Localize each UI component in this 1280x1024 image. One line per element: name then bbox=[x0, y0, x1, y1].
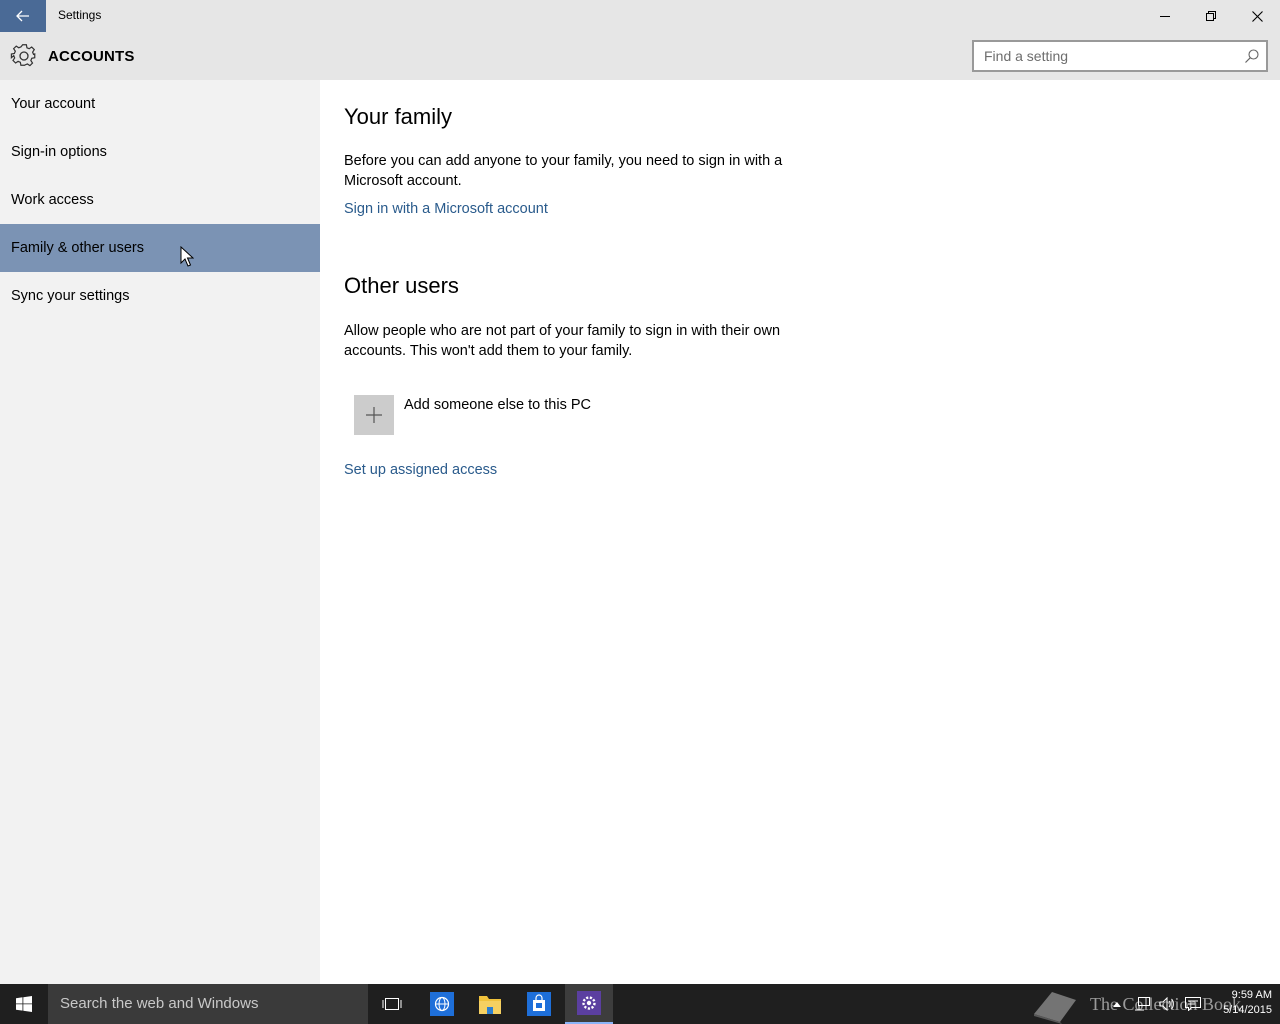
close-icon bbox=[1251, 10, 1263, 22]
back-button[interactable] bbox=[0, 0, 46, 32]
gear-icon bbox=[577, 991, 601, 1015]
sidebar-item-your-account[interactable]: Your account bbox=[0, 80, 320, 128]
clock-time: 9:59 AM bbox=[1231, 989, 1272, 1001]
volume-icon bbox=[1159, 997, 1174, 1011]
sidebar-item-label: Work access bbox=[11, 192, 94, 208]
book-icon bbox=[1034, 992, 1076, 1024]
sidebar: Your account Sign-in options Work access… bbox=[0, 80, 320, 984]
add-user-label[interactable]: Add someone else to this PC bbox=[404, 397, 591, 413]
window-title: Settings bbox=[58, 8, 102, 22]
taskbar-browser[interactable] bbox=[418, 984, 466, 1024]
minimize-icon bbox=[1160, 16, 1170, 17]
taskbar: Search the web and Windows The Collectio… bbox=[0, 984, 1280, 1024]
chevron-up-icon bbox=[1113, 1002, 1121, 1007]
search-box[interactable] bbox=[972, 40, 1268, 72]
store-bag-icon bbox=[527, 992, 551, 1016]
taskbar-settings[interactable] bbox=[565, 984, 613, 1024]
taskbar-search[interactable]: Search the web and Windows bbox=[48, 984, 368, 1024]
page-header: ACCOUNTS bbox=[0, 32, 1280, 80]
task-view-button[interactable] bbox=[368, 984, 416, 1024]
other-users-description: Allow people who are not part of your fa… bbox=[344, 323, 781, 359]
family-section-title: Your family bbox=[344, 104, 453, 129]
notification-icon bbox=[1185, 997, 1201, 1011]
minimize-button[interactable] bbox=[1142, 0, 1188, 32]
family-description: Before you can add anyone to your family… bbox=[344, 153, 783, 189]
main-content: Your family Before you can add anyone to… bbox=[320, 80, 1280, 984]
search-icon[interactable] bbox=[1244, 48, 1260, 64]
other-users-section-title: Other users bbox=[344, 273, 459, 298]
tray-network[interactable] bbox=[1132, 984, 1154, 1024]
restore-button[interactable] bbox=[1188, 0, 1234, 32]
clock-date: 5/14/2015 bbox=[1223, 1004, 1272, 1016]
sidebar-item-family-other-users[interactable]: Family & other users bbox=[0, 224, 320, 272]
tray-show-hidden[interactable] bbox=[1110, 984, 1124, 1024]
sidebar-item-label: Family & other users bbox=[11, 240, 144, 256]
sidebar-item-sign-in-options[interactable]: Sign-in options bbox=[0, 128, 320, 176]
taskbar-store[interactable] bbox=[515, 984, 563, 1024]
tray-volume[interactable] bbox=[1156, 984, 1178, 1024]
page-title: ACCOUNTS bbox=[48, 48, 135, 65]
assigned-access-link[interactable]: Set up assigned access bbox=[344, 462, 497, 478]
arrow-left-icon bbox=[16, 10, 29, 22]
windows-logo-icon bbox=[16, 996, 32, 1012]
sidebar-item-sync-settings[interactable]: Sync your settings bbox=[0, 272, 320, 320]
tray-action-center[interactable] bbox=[1182, 984, 1204, 1024]
task-view-icon bbox=[382, 998, 402, 1010]
globe-icon bbox=[430, 992, 454, 1016]
sidebar-item-label: Sign-in options bbox=[11, 144, 107, 160]
add-user-button[interactable] bbox=[354, 395, 394, 435]
sidebar-item-label: Sync your settings bbox=[11, 288, 130, 304]
restore-icon bbox=[1206, 11, 1216, 21]
mouse-cursor-icon bbox=[180, 246, 194, 267]
close-button[interactable] bbox=[1234, 0, 1280, 32]
taskbar-clock[interactable]: 9:59 AM 5/14/2015 bbox=[1206, 988, 1272, 1018]
network-icon bbox=[1135, 997, 1150, 1011]
gear-icon bbox=[10, 44, 36, 67]
folder-icon bbox=[479, 996, 501, 1014]
start-button[interactable] bbox=[0, 984, 48, 1024]
plus-icon bbox=[366, 407, 382, 423]
search-input[interactable] bbox=[974, 42, 1236, 70]
sidebar-item-work-access[interactable]: Work access bbox=[0, 176, 320, 224]
sidebar-item-label: Your account bbox=[11, 96, 96, 112]
title-bar: Settings bbox=[0, 0, 1280, 32]
taskbar-file-explorer[interactable] bbox=[466, 984, 514, 1024]
sign-in-microsoft-link[interactable]: Sign in with a Microsoft account bbox=[344, 201, 548, 217]
